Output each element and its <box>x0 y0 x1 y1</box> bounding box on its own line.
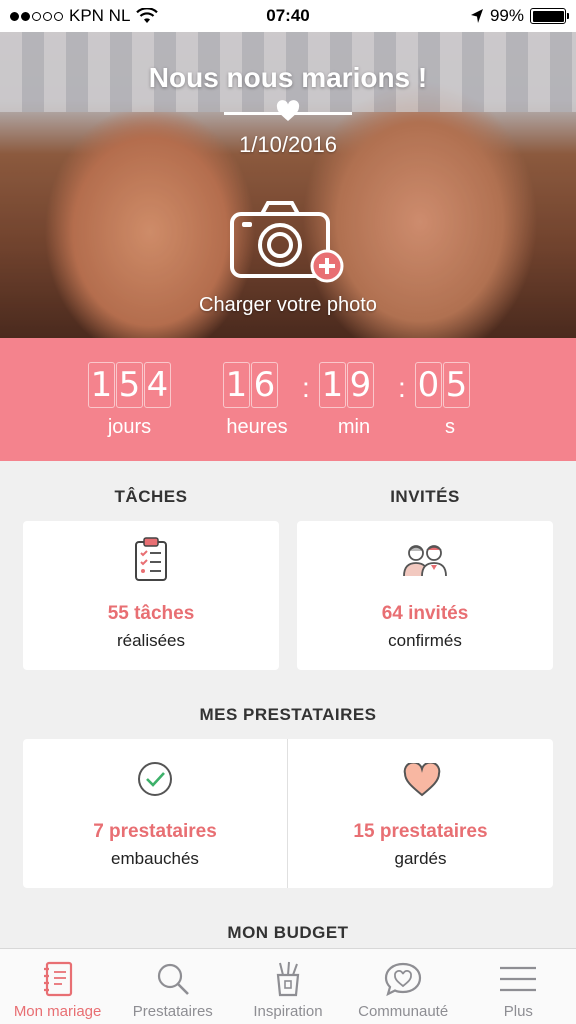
tab-communaute[interactable]: Communauté <box>346 949 461 1024</box>
hired-vendors-status: embauchés <box>111 849 199 868</box>
tab-label: Mon mariage <box>13 1003 102 1020</box>
colon-separator: : <box>302 372 310 403</box>
guests-card[interactable]: 64 invités confirmés <box>297 521 553 670</box>
hours-digit-2: 6 <box>251 362 278 408</box>
saved-vendors[interactable]: 15 prestataires gardés <box>288 739 553 888</box>
tab-mon-mariage[interactable]: Mon mariage <box>0 949 115 1024</box>
vendors-card: 7 prestataires embauchés 15 prestataires… <box>23 739 553 888</box>
check-circle-icon <box>138 762 172 796</box>
camera-add-icon[interactable] <box>230 200 346 284</box>
minutes-digit-1: 1 <box>319 362 346 408</box>
seconds-digit-1: 0 <box>415 362 442 408</box>
notebook-icon <box>43 961 72 997</box>
hero-title: Nous nous marions ! <box>148 62 428 93</box>
hours-digit-1: 1 <box>223 362 250 408</box>
heart-icon <box>403 763 441 797</box>
seconds-label: s <box>445 416 455 438</box>
saved-vendors-status: gardés <box>394 849 447 868</box>
tasks-status: réalisées <box>116 631 186 650</box>
saved-vendors-count: 15 prestataires <box>353 821 488 842</box>
wifi-icon <box>136 8 159 23</box>
days-digit-2: 5 <box>116 362 143 408</box>
hired-vendors-count: 7 prestataires <box>93 821 217 842</box>
tasks-count: 55 tâches <box>107 603 195 624</box>
status-bar: KPN NL 07:40 99% <box>0 0 576 32</box>
tab-label: Communauté <box>358 1003 449 1020</box>
paint-cup-icon <box>276 961 300 997</box>
hired-vendors[interactable]: 7 prestataires embauchés <box>23 739 287 888</box>
countdown: 1 5 4 1 6 : 1 9 : 0 5 jours heures min s <box>0 338 576 461</box>
days-digit-1: 1 <box>88 362 115 408</box>
tab-prestataires[interactable]: Prestataires <box>115 949 230 1024</box>
minutes-label: min <box>337 416 371 438</box>
upload-photo-label[interactable]: Charger votre photo <box>0 294 576 317</box>
hours-label: heures <box>226 416 288 438</box>
battery-icon <box>530 8 569 24</box>
hero-photo[interactable]: Nous nous marions ! 1/10/2016 Charger vo… <box>0 32 576 338</box>
tab-bar: Mon mariage Prestataires Inspiration Com… <box>0 948 576 1024</box>
tab-label: Prestataires <box>132 1003 213 1020</box>
location-arrow-icon <box>470 9 483 23</box>
menu-icon <box>500 966 537 992</box>
wedding-date: 1/10/2016 <box>239 132 337 157</box>
tab-inspiration[interactable]: Inspiration <box>230 949 345 1024</box>
heart-icon <box>276 100 300 121</box>
chat-heart-icon <box>385 962 422 997</box>
tasks-heading: TÂCHES <box>114 487 188 506</box>
tasks-card[interactable]: 55 tâches réalisées <box>23 521 279 670</box>
couple-icon <box>403 545 447 577</box>
tab-label: Inspiration <box>253 1003 323 1020</box>
days-label: jours <box>107 416 152 438</box>
search-icon <box>157 963 189 995</box>
vendors-heading: MES PRESTATAIRES <box>199 705 377 724</box>
colon-separator: : <box>398 372 406 403</box>
tab-label: Plus <box>503 1003 533 1020</box>
guests-heading: INVITÉS <box>390 487 460 506</box>
clipboard-checklist-icon <box>135 537 167 581</box>
tab-plus[interactable]: Plus <box>461 949 576 1024</box>
guests-status: confirmés <box>388 631 462 650</box>
days-digit-3: 4 <box>144 362 171 408</box>
budget-heading: MON BUDGET <box>227 923 349 942</box>
minutes-digit-2: 9 <box>347 362 374 408</box>
guests-count: 64 invités <box>381 603 469 624</box>
seconds-digit-2: 5 <box>443 362 470 408</box>
signal-dots-icon <box>10 11 63 21</box>
carrier-name: KPN NL <box>69 6 131 25</box>
battery-percent: 99% <box>489 6 524 25</box>
